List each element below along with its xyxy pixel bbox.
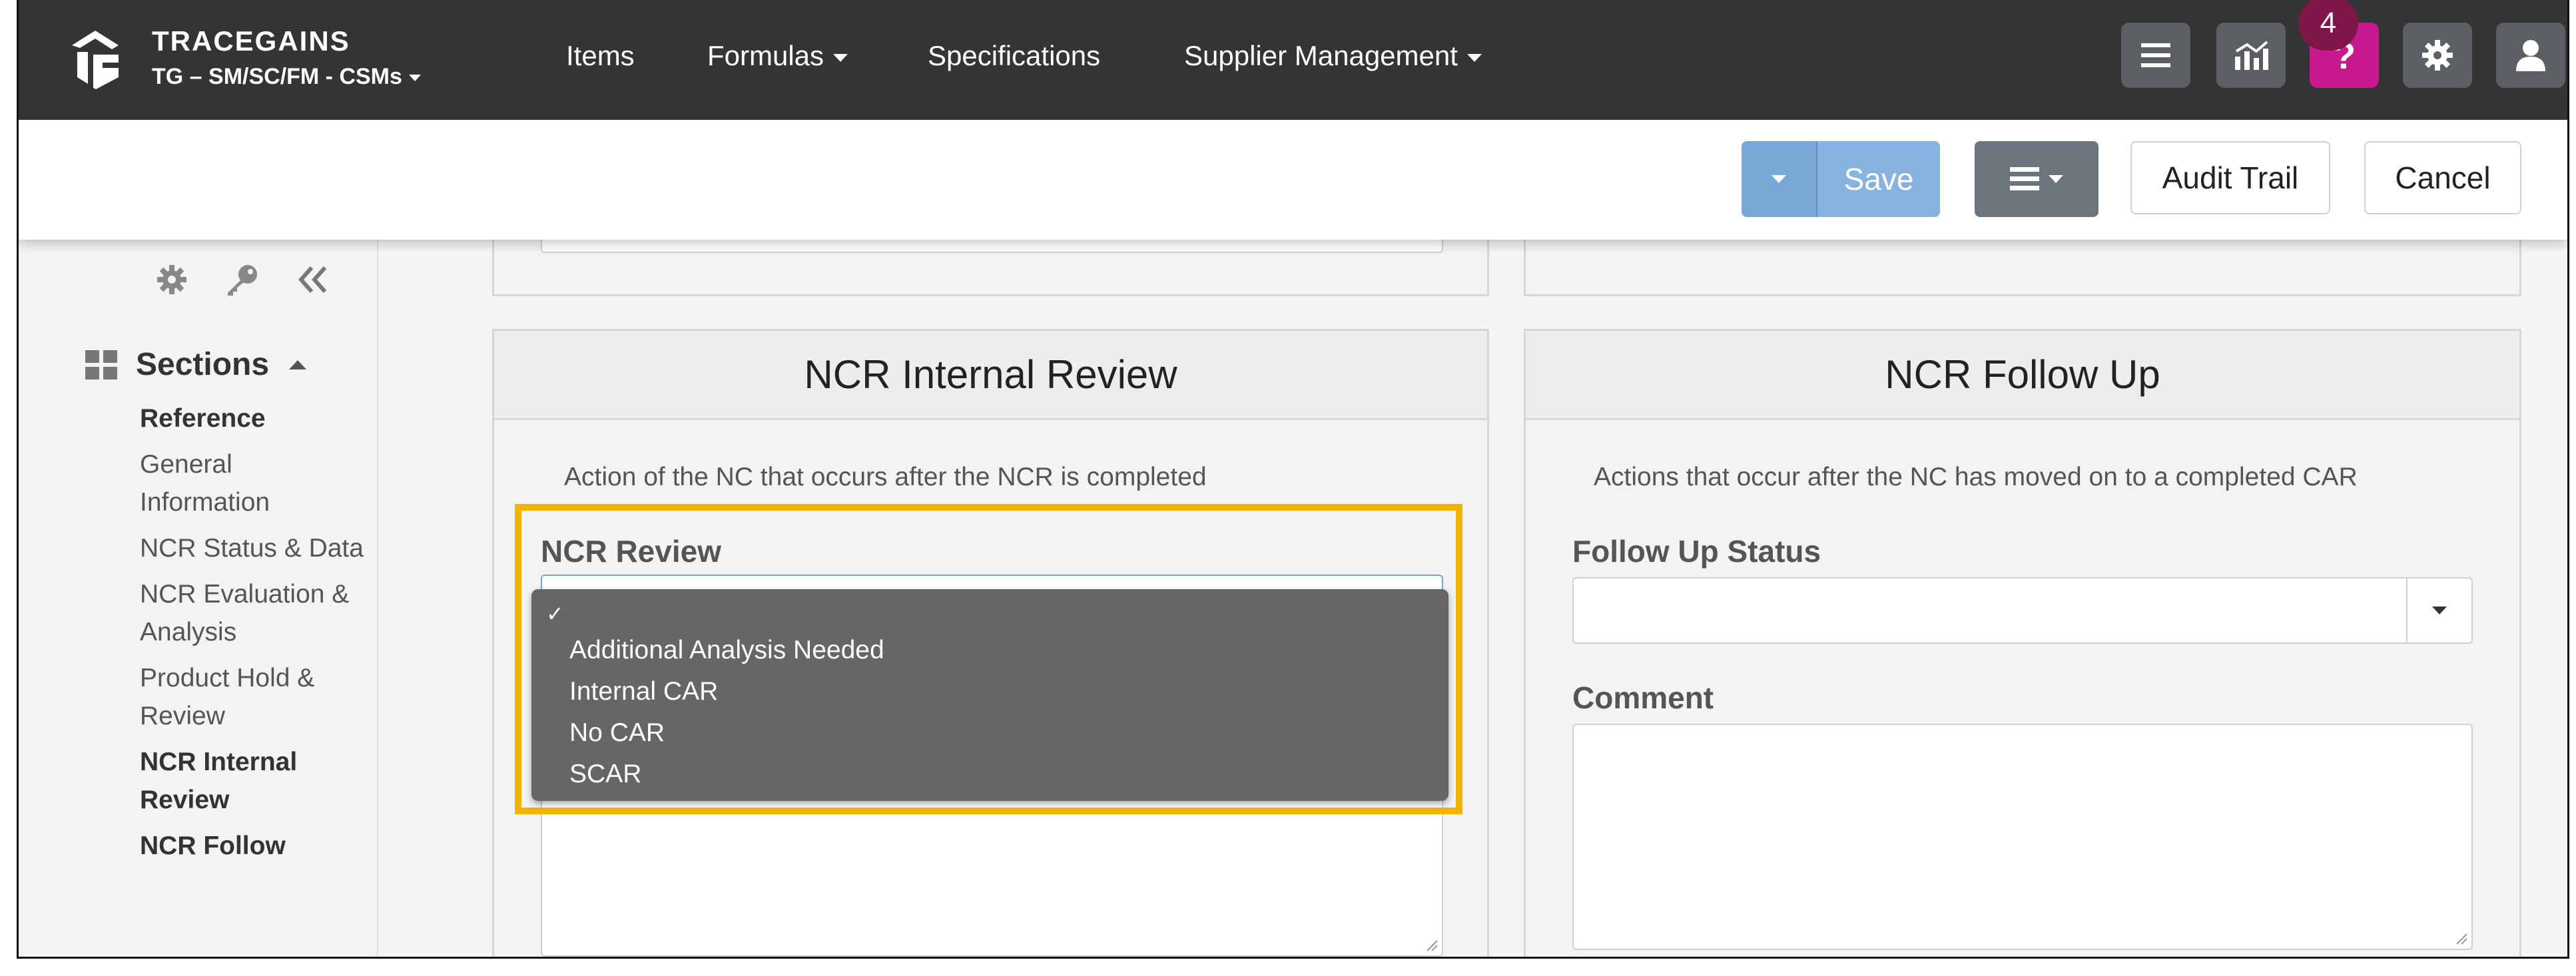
cancel-button[interactable]: Cancel <box>2364 141 2521 214</box>
save-button[interactable]: Save <box>1817 141 1940 217</box>
chevron-down-icon <box>1771 175 1786 183</box>
nav-items[interactable]: Items <box>566 40 635 72</box>
section-link-product-hold-review[interactable]: Product Hold & Review <box>140 659 366 735</box>
grid-icon <box>85 350 117 379</box>
sidebar-tools <box>152 260 333 300</box>
ncr-follow-up-title: NCR Follow Up <box>1526 331 2519 420</box>
sidebar-collapse-button[interactable] <box>293 260 333 300</box>
logo-icon[interactable] <box>65 25 125 89</box>
nav-specifications[interactable]: Specifications <box>928 40 1100 72</box>
top-navigation: TRACEGAINS TG – SM/SC/FM - CSMs Items Fo… <box>19 0 2567 120</box>
nav-formulas-label: Formulas <box>707 40 824 71</box>
notification-badge[interactable]: 4 <box>2298 0 2358 51</box>
section-links: Reference General Information NCR Status… <box>140 399 366 873</box>
comment-label: Comment <box>1572 680 1714 715</box>
action-bar: Save Audit Trail Cancel <box>19 120 2567 240</box>
chevron-down-icon <box>833 53 848 62</box>
sidebar-permissions-button[interactable] <box>222 260 262 300</box>
save-button-group: Save <box>1742 141 1940 217</box>
gear-icon <box>157 265 186 294</box>
settings-button[interactable] <box>2403 23 2472 88</box>
ncr-review-dropdown-menu[interactable]: ✓ Additional Analysis Needed Internal CA… <box>531 589 1449 801</box>
key-icon <box>228 265 257 296</box>
ncr-follow-up-description: Actions that occur after the NC has move… <box>1594 463 2358 491</box>
audit-trail-button[interactable]: Audit Trail <box>2130 141 2330 214</box>
nav-specifications-label: Specifications <box>928 40 1101 71</box>
resize-handle-icon[interactable] <box>2454 931 2467 945</box>
follow-up-status-label: Follow Up Status <box>1572 534 1821 569</box>
more-actions-button[interactable] <box>1975 141 2098 217</box>
save-options-button[interactable] <box>1742 141 1817 217</box>
sections-toggle[interactable]: Sections <box>85 346 307 383</box>
chevron-down-icon <box>408 75 421 82</box>
dropdown-option-additional-analysis-needed[interactable]: Additional Analysis Needed <box>569 636 884 665</box>
analytics-icon <box>2235 41 2268 70</box>
collapse-double-chevron-icon <box>298 266 327 293</box>
sidebar-settings-button[interactable] <box>152 260 192 300</box>
checkmark-icon: ✓ <box>546 602 564 626</box>
resize-handle-icon[interactable] <box>1425 938 1438 951</box>
ncr-internal-review-title: NCR Internal Review <box>494 331 1487 420</box>
comment-textarea[interactable] <box>1572 724 2473 950</box>
section-link-reference[interactable]: Reference <box>140 399 366 437</box>
chevron-down-icon <box>2432 607 2447 614</box>
dropdown-option-internal-car[interactable]: Internal CAR <box>569 677 718 706</box>
section-link-ncr-follow-up[interactable]: NCR Follow <box>140 827 366 865</box>
brand-title: TRACEGAINS <box>152 25 350 57</box>
chevron-down-icon <box>2049 175 2063 183</box>
nav-formulas[interactable]: Formulas <box>707 40 848 72</box>
app-window: TRACEGAINS TG – SM/SC/FM - CSMs Items Fo… <box>17 0 2569 959</box>
dropdown-option-scar[interactable]: SCAR <box>569 760 641 789</box>
sections-label: Sections <box>136 347 270 382</box>
list-icon <box>2010 167 2039 190</box>
nav-supplier-management-label: Supplier Management <box>1184 40 1458 71</box>
analytics-button[interactable] <box>2216 23 2286 88</box>
main-menu-button[interactable] <box>2121 23 2190 88</box>
user-icon <box>2516 40 2545 71</box>
sidebar: Sections Reference General Information N… <box>19 240 378 957</box>
ncr-internal-review-description: Action of the NC that occurs after the N… <box>564 463 1207 491</box>
user-button[interactable] <box>2496 23 2565 88</box>
ncr-follow-up-panel: NCR Follow Up Actions that occur after t… <box>1524 329 2521 957</box>
section-link-ncr-evaluation-analysis[interactable]: NCR Evaluation & Analysis <box>140 575 366 651</box>
hamburger-icon <box>2141 43 2170 67</box>
section-link-ncr-status-data[interactable]: NCR Status & Data <box>140 529 366 567</box>
chevron-down-icon <box>1466 53 1482 62</box>
follow-up-status-dropdown-button[interactable] <box>2406 579 2471 642</box>
gear-icon <box>2422 40 2453 71</box>
nav-supplier-management[interactable]: Supplier Management <box>1184 40 1482 72</box>
caret-up-icon <box>289 360 307 369</box>
follow-up-status-select[interactable] <box>1572 577 2473 644</box>
nav-items-label: Items <box>566 40 635 71</box>
dropdown-option-no-car[interactable]: No CAR <box>569 718 665 748</box>
workspace-name: TG – SM/SC/FM - CSMs <box>152 64 402 89</box>
workspace-selector[interactable]: TG – SM/SC/FM - CSMs <box>152 64 421 90</box>
section-link-general-information[interactable]: General Information <box>140 445 366 521</box>
section-link-ncr-internal-review[interactable]: NCR Internal Review <box>140 743 366 819</box>
